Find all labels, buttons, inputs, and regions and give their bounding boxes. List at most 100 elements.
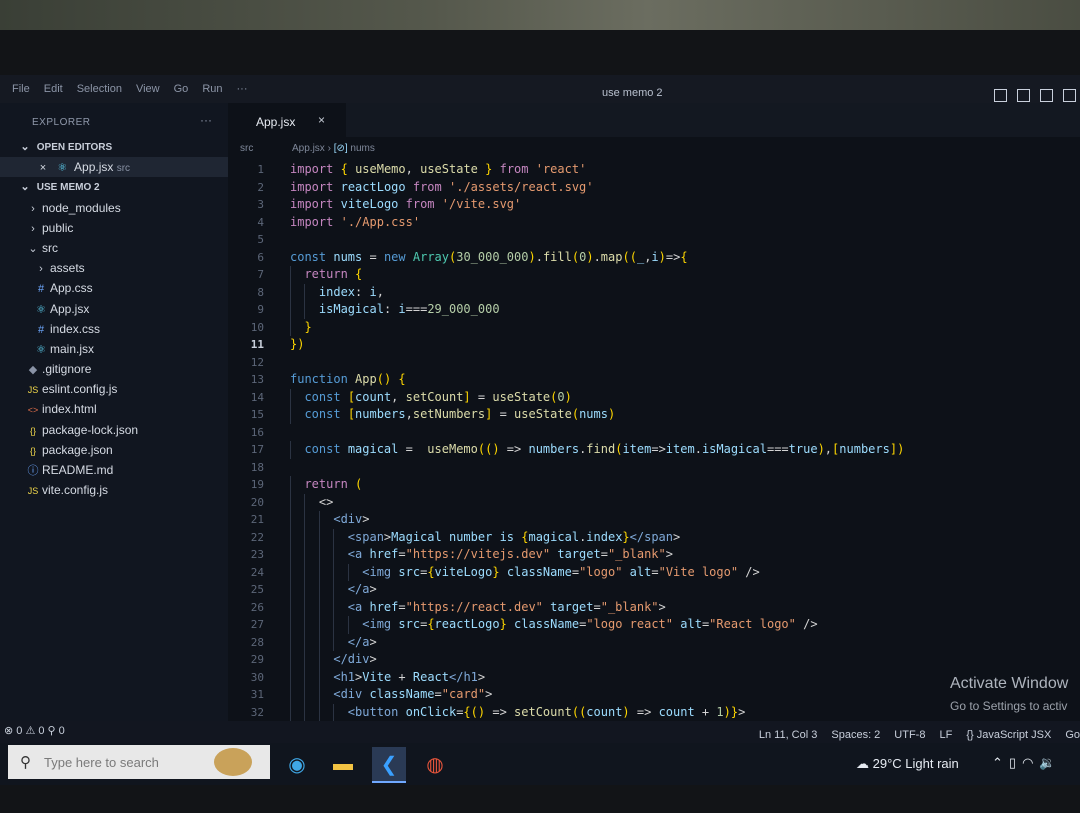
code-line[interactable]: 18 bbox=[228, 459, 1080, 477]
toggle-secondary-sidebar-icon[interactable] bbox=[1040, 89, 1053, 102]
end-of-line[interactable]: LF bbox=[939, 729, 952, 741]
file-tree-item[interactable]: ⚛ main.jsx bbox=[0, 339, 228, 359]
tab-close-icon[interactable]: × bbox=[318, 113, 325, 127]
chevron-down-icon: ⌄ bbox=[20, 181, 30, 194]
code-line[interactable]: 24 <img src={viteLogo} className="logo" … bbox=[228, 563, 1080, 581]
code-line[interactable]: 29 </div> bbox=[228, 651, 1080, 669]
menu-item[interactable]: View bbox=[136, 83, 160, 95]
menu-item[interactable]: ··· bbox=[237, 83, 248, 95]
code-line[interactable]: 19 return ( bbox=[228, 476, 1080, 494]
code-line[interactable]: 14 const [count, setCount] = useState(0) bbox=[228, 388, 1080, 406]
breadcrumb-src[interactable]: src bbox=[240, 143, 253, 154]
weather-widget[interactable]: ☁ 29°C Light rain bbox=[856, 756, 959, 772]
menu-item[interactable]: Edit bbox=[44, 83, 63, 95]
show-hidden-icons-icon[interactable]: ⌃ bbox=[992, 755, 1003, 771]
file-tree-item[interactable]: ⌄ src bbox=[0, 238, 228, 258]
wifi-icon[interactable]: ◠ bbox=[1022, 755, 1033, 771]
code-line[interactable]: 27 <img src={reactLogo} className="logo … bbox=[228, 616, 1080, 634]
file-tree-item[interactable]: ⚛ App.jsx bbox=[0, 299, 228, 319]
code-line[interactable]: 4 import './App.css' bbox=[228, 214, 1080, 232]
file-tree-item[interactable]: › node_modules bbox=[0, 198, 228, 218]
react-icon: ⚛ bbox=[36, 343, 46, 356]
file-tree-item[interactable]: {} package.json bbox=[0, 440, 228, 460]
code-editor[interactable]: 1 import { useMemo, useState } from 'reac… bbox=[228, 161, 1080, 721]
search-placeholder: Type here to search bbox=[44, 755, 159, 770]
breadcrumb-symbol[interactable]: nums bbox=[350, 143, 374, 154]
problems-indicator[interactable]: ⊗ 0 ⚠ 0 ⚲ 0 bbox=[4, 724, 65, 737]
code-text: return ( bbox=[304, 477, 363, 491]
code-line[interactable]: 25 </a> bbox=[228, 581, 1080, 599]
tab-app-jsx[interactable]: App.jsx × bbox=[228, 103, 346, 137]
customize-layout-icon[interactable] bbox=[1063, 89, 1076, 102]
taskbar-search[interactable]: ⚲ Type here to search bbox=[8, 745, 270, 779]
breadcrumb-symbol-icon: [⊘] bbox=[333, 143, 348, 154]
line-number: 1 bbox=[257, 163, 264, 176]
file-tree-item[interactable]: ◆ .gitignore bbox=[0, 359, 228, 379]
file-tree-item[interactable]: {} package-lock.json bbox=[0, 420, 228, 440]
weather-text: Light rain bbox=[905, 756, 959, 771]
code-line[interactable]: 3 import viteLogo from '/vite.svg' bbox=[228, 196, 1080, 214]
chrome-icon[interactable]: ◍ bbox=[418, 747, 452, 781]
menu-item[interactable]: Go bbox=[174, 83, 189, 95]
indent-guide bbox=[290, 686, 291, 704]
open-editors-section[interactable]: ⌄ OPEN EDITORS bbox=[0, 137, 228, 157]
file-tree-item[interactable]: › assets bbox=[0, 258, 228, 278]
chevron-down-icon: ⌄ bbox=[28, 242, 38, 255]
code-line[interactable]: 13 function App() { bbox=[228, 371, 1080, 389]
code-line[interactable]: 11}) bbox=[228, 336, 1080, 354]
menu-item[interactable]: Run bbox=[202, 83, 222, 95]
indent-guide bbox=[333, 581, 335, 599]
file-tree-item[interactable]: JS eslint.config.js bbox=[0, 379, 228, 399]
indent-guide bbox=[304, 511, 306, 529]
toggle-sidebar-icon[interactable] bbox=[994, 89, 1007, 102]
menu-item[interactable]: Selection bbox=[77, 83, 122, 95]
open-editor-item[interactable]: × ⚛ App.jsx src bbox=[0, 157, 228, 178]
code-line[interactable]: 20 <> bbox=[228, 493, 1080, 511]
language-mode[interactable]: {} JavaScript JSX bbox=[966, 729, 1051, 741]
code-line[interactable]: 7 return { bbox=[228, 266, 1080, 284]
project-section[interactable]: ⌄ USE MEMO 2 bbox=[0, 177, 228, 197]
file-tree-item[interactable]: › public bbox=[0, 218, 228, 238]
file-tree-item[interactable]: JS vite.config.js bbox=[0, 480, 228, 500]
menu-item[interactable]: File bbox=[12, 83, 30, 95]
code-line[interactable]: 21 <div> bbox=[228, 511, 1080, 529]
code-line[interactable]: 9 isMagical: i===29_000_000 bbox=[228, 301, 1080, 319]
code-line[interactable]: 16 bbox=[228, 424, 1080, 442]
react-icon: ⚛ bbox=[36, 303, 46, 316]
code-line[interactable]: 17 const magical = useMemo(() => numbers… bbox=[228, 441, 1080, 459]
code-line[interactable]: 23 <a href="https://vitejs.dev" target="… bbox=[228, 546, 1080, 564]
file-explorer-icon[interactable]: ▬ bbox=[326, 747, 360, 781]
go-live[interactable]: Go bbox=[1065, 729, 1080, 741]
code-line[interactable]: 28 </a> bbox=[228, 633, 1080, 651]
code-line[interactable]: 15 const [numbers,setNumbers] = useState… bbox=[228, 406, 1080, 424]
line-number: 25 bbox=[250, 583, 264, 596]
indentation[interactable]: Spaces: 2 bbox=[831, 729, 880, 741]
indent-guide bbox=[318, 686, 320, 704]
file-tree-item[interactable]: # index.css bbox=[0, 319, 228, 339]
indent-guide bbox=[333, 598, 335, 616]
code-line[interactable]: 5 bbox=[228, 231, 1080, 249]
code-line[interactable]: 12 bbox=[228, 354, 1080, 372]
volume-icon[interactable]: 🔉 bbox=[1039, 755, 1055, 771]
code-line[interactable]: 10 } bbox=[228, 318, 1080, 336]
file-tree-item[interactable]: <> index.html bbox=[0, 399, 228, 419]
activate-windows-title: Activate Window bbox=[950, 675, 1069, 692]
vscode-icon[interactable]: ❮ bbox=[372, 747, 406, 783]
toggle-panel-icon[interactable] bbox=[1017, 89, 1030, 102]
code-line[interactable]: 1 import { useMemo, useState } from 'reac… bbox=[228, 161, 1080, 179]
file-tree-item[interactable]: # App.css bbox=[0, 278, 228, 298]
edge-icon[interactable]: ◉ bbox=[280, 747, 314, 781]
cursor-position[interactable]: Ln 11, Col 3 bbox=[759, 729, 818, 741]
battery-icon[interactable]: ▯ bbox=[1009, 755, 1016, 771]
explorer-more-icon[interactable]: ··· bbox=[200, 113, 212, 127]
code-line[interactable]: 2 import reactLogo from './assets/react.s… bbox=[228, 179, 1080, 197]
close-icon[interactable]: × bbox=[36, 158, 50, 178]
code-line[interactable]: 26 <a href="https://react.dev" target="_… bbox=[228, 598, 1080, 616]
code-line[interactable]: 8 index: i, bbox=[228, 283, 1080, 301]
file-tree-label: index.html bbox=[42, 402, 97, 417]
code-line[interactable]: 22 <span>Magical number is {magical.inde… bbox=[228, 528, 1080, 546]
file-tree-item[interactable]: ⓘ README.md bbox=[0, 460, 228, 480]
code-line[interactable]: 6 const nums = new Array(30_000_000).fill… bbox=[228, 249, 1080, 267]
breadcrumb-file[interactable]: App.jsx bbox=[292, 143, 325, 154]
encoding[interactable]: UTF-8 bbox=[894, 729, 925, 741]
